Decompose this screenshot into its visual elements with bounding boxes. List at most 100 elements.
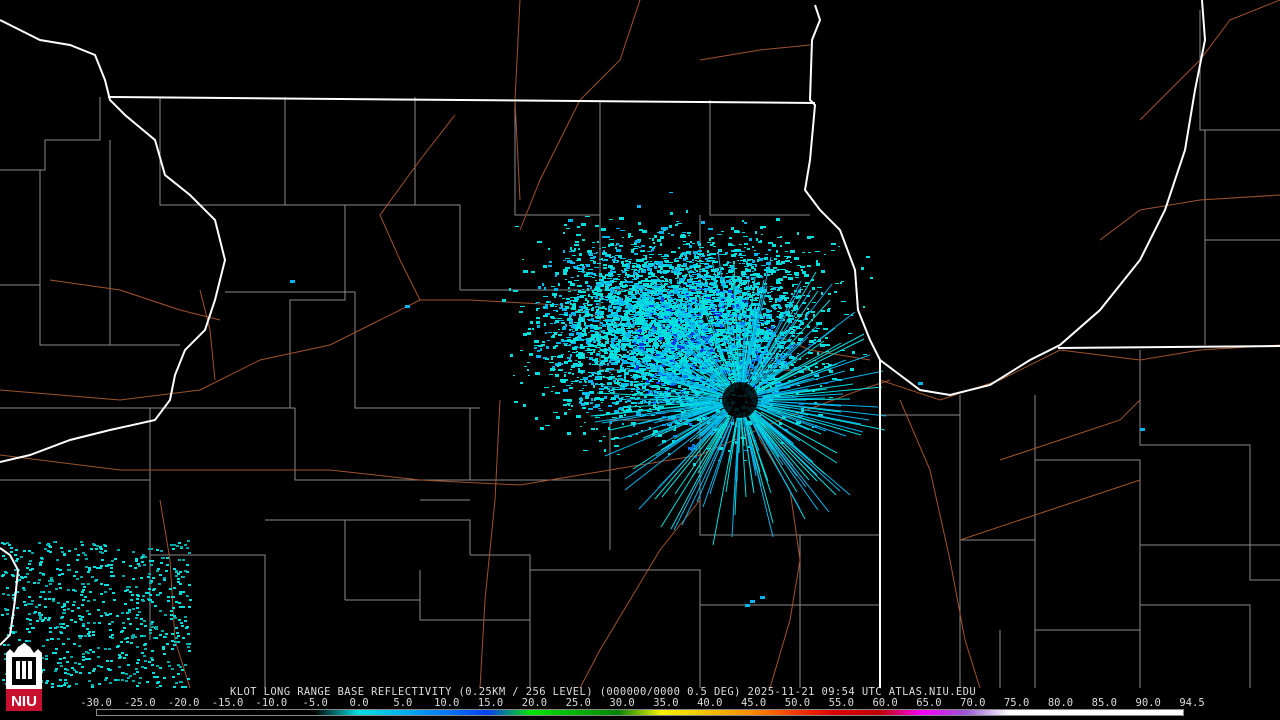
echo-pixel <box>577 326 580 329</box>
echo-pixel <box>742 263 745 264</box>
echo-pixel <box>697 314 701 316</box>
echo-pixel <box>736 304 739 306</box>
echo-pixel <box>821 310 825 312</box>
echo-pixel <box>573 300 578 302</box>
echo-pixel <box>621 291 626 292</box>
echo-pixel <box>610 392 614 393</box>
echo-pixel <box>601 311 604 314</box>
echo-pixel <box>671 383 676 385</box>
echo-pixel <box>543 357 547 359</box>
echo-pixel <box>771 325 775 326</box>
echo-pixel <box>737 285 740 288</box>
echo-pixel <box>665 261 669 263</box>
echo-pixel <box>613 325 617 328</box>
county-line <box>469 408 700 481</box>
echo-pixel <box>573 303 576 304</box>
echo-pixel <box>585 264 589 265</box>
echo-pixel <box>692 314 694 315</box>
echo-pixel <box>604 359 608 362</box>
echo-pixel <box>726 285 728 286</box>
echo-pixel <box>574 346 578 347</box>
echo-pixel <box>583 317 585 319</box>
echo-pixel <box>792 284 794 287</box>
echo-pixel <box>617 371 619 372</box>
echo-pixel <box>572 255 576 256</box>
echo-pixel <box>750 285 752 287</box>
echo-pixel <box>581 403 585 406</box>
echo-pixel <box>564 314 568 316</box>
echo-pixel <box>625 282 627 283</box>
echo-pixel <box>777 263 782 265</box>
echo-pixel <box>599 300 601 301</box>
echo-pixel <box>652 247 655 249</box>
echo-pixel <box>563 250 565 253</box>
echo-pixel <box>632 309 636 311</box>
echo-pixel <box>768 297 772 298</box>
echo-pixel <box>790 250 795 253</box>
echo-pixel <box>645 385 647 386</box>
echo-pixel <box>729 293 732 294</box>
echo-pixel <box>633 355 636 356</box>
echo-pixel <box>661 345 664 346</box>
echo-pixel <box>594 275 597 276</box>
echo-pixel <box>611 354 614 357</box>
echo-pixel <box>523 333 527 336</box>
echo-pixel <box>578 290 581 291</box>
echo-pixel <box>705 294 708 297</box>
echo-pixel <box>577 377 579 378</box>
echo-pixel <box>578 355 581 357</box>
echo-pixel <box>588 253 593 255</box>
echo-pixel <box>602 247 606 248</box>
echo-pixel <box>771 306 774 307</box>
echo-pixel <box>667 264 672 266</box>
echo-pixel <box>599 275 603 277</box>
echo-pixel <box>814 337 818 338</box>
echo-pixel <box>677 360 679 361</box>
echo-pixel <box>568 281 572 283</box>
echo-pixel <box>528 328 531 330</box>
echo-pixel <box>778 305 781 307</box>
echo-pixel <box>554 322 556 324</box>
echo-pixel <box>645 255 647 258</box>
echo-pixel <box>769 298 773 300</box>
echo-pixel <box>719 267 723 268</box>
echo-pixel <box>520 350 523 351</box>
echo-pixel <box>666 345 670 348</box>
echo-pixel <box>648 373 652 374</box>
echo-pixel <box>657 232 659 233</box>
echo-pixel <box>692 276 694 277</box>
echo-pixel <box>612 417 617 418</box>
echo-pixel <box>568 219 573 222</box>
echo-pixel <box>611 376 615 378</box>
echo-pixel <box>610 290 614 293</box>
echo-pixel <box>808 252 811 253</box>
echo-pixel <box>552 386 555 387</box>
echo-pixel <box>715 309 717 311</box>
echo-pixel <box>660 342 662 344</box>
echo-pixel <box>638 385 643 386</box>
echo-pixel <box>615 245 617 246</box>
echo-pixel <box>670 362 674 364</box>
echo-pixel <box>774 270 779 271</box>
echo-pixel <box>647 268 652 271</box>
echo-pixel <box>625 295 627 297</box>
echo-pixel <box>832 378 837 380</box>
echo-pixel <box>679 256 681 259</box>
echo-pixel <box>637 300 640 301</box>
echo-pixel <box>677 264 680 267</box>
echo-pixel <box>572 373 574 375</box>
echo-pixel <box>693 281 697 282</box>
echo-pixel <box>664 278 667 279</box>
echo-pixel <box>702 255 705 256</box>
echo-pixel <box>569 330 571 331</box>
echo-pixel <box>631 327 634 328</box>
echo-pixel <box>545 332 547 334</box>
echo-pixel <box>641 296 643 298</box>
echo-pixel <box>644 262 647 265</box>
echo-pixel <box>570 297 574 298</box>
echo-pixel <box>597 343 600 346</box>
echo-pixel <box>629 314 632 315</box>
echo-pixel <box>765 314 770 316</box>
echo-pixel <box>743 310 745 311</box>
echo-pixel <box>548 265 552 267</box>
